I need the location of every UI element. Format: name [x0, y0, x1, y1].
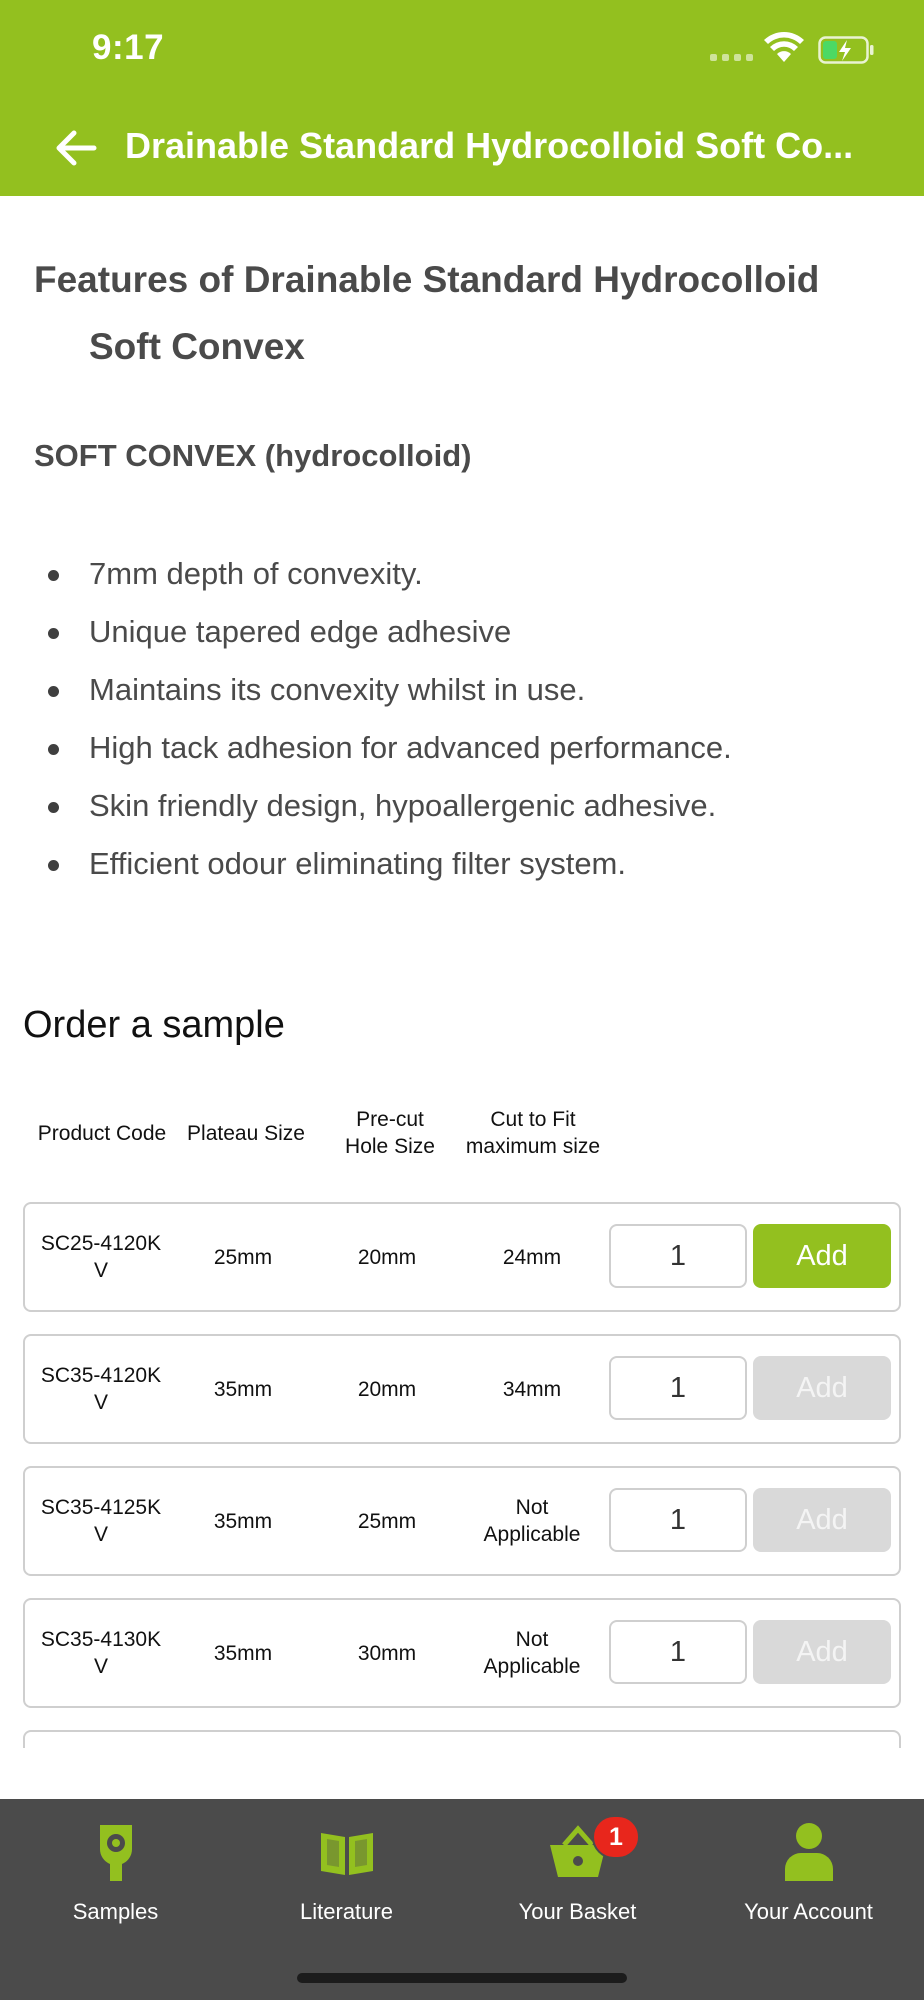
tab-your-account[interactable]: Your Account — [693, 1799, 924, 1949]
plateau-size: 35mm — [213, 1377, 273, 1401]
hole-size: 30mm — [357, 1641, 417, 1665]
quantity-input[interactable] — [609, 1224, 747, 1288]
tab-literature[interactable]: Literature — [231, 1799, 462, 1949]
battery-charging-icon — [818, 36, 874, 64]
basket-count-badge: 1 — [592, 1815, 640, 1859]
sample-row: SC35-4120K V 35mm 20mm 34mm Add — [23, 1334, 901, 1444]
wifi-icon — [764, 31, 804, 62]
sample-row-partial — [23, 1730, 901, 1748]
add-button[interactable]: Add — [753, 1488, 891, 1552]
bottom-tab-bar: Samples Literature 1 Your Basket Your Ac… — [0, 1799, 924, 2000]
plateau-size: 25mm — [213, 1245, 273, 1269]
product-code: SC35-4120K V — [40, 1364, 162, 1414]
home-indicator — [297, 1973, 627, 1983]
column-header-plateau-size: Plateau Size — [187, 1122, 305, 1145]
features-heading: Features of Drainable Standard Hydrocoll… — [34, 246, 894, 380]
feature-item: Maintains its convexity whilst in use. — [34, 661, 894, 719]
sample-list[interactable]: SC25-4120K V 25mm 20mm 24mm Add SC35-412… — [23, 1202, 901, 1748]
hole-size: 20mm — [357, 1245, 417, 1269]
hole-size: 20mm — [357, 1377, 417, 1401]
status-time: 9:17 — [92, 28, 165, 67]
hole-size: 25mm — [357, 1509, 417, 1533]
features-heading-line1: Features of Drainable Standard Hydrocoll… — [34, 259, 820, 300]
feature-item: Skin friendly design, hypoallergenic adh… — [34, 777, 894, 835]
features-heading-line2: Soft Convex — [89, 326, 305, 367]
feature-item: 7mm depth of convexity. — [34, 545, 894, 603]
quantity-input[interactable] — [609, 1356, 747, 1420]
feature-item: Efficient odour eliminating filter syste… — [34, 835, 894, 893]
sample-row: SC35-4130K V 35mm 30mm Not Applicable Ad… — [23, 1598, 901, 1708]
product-code: SC35-4130K V — [40, 1628, 162, 1678]
tab-label: Samples — [72, 1899, 159, 1924]
plateau-size: 35mm — [213, 1641, 273, 1665]
column-header-product-code: Product Code — [37, 1122, 167, 1145]
add-button[interactable]: Add — [753, 1224, 891, 1288]
product-subtitle: SOFT CONVEX (hydrocolloid) — [34, 438, 472, 473]
arrow-left-icon — [56, 130, 97, 166]
account-icon — [784, 1823, 833, 1881]
add-button[interactable]: Add — [753, 1356, 891, 1420]
cut-to-fit-size: Not Applicable — [483, 1628, 581, 1678]
feature-list: 7mm depth of convexity. Unique tapered e… — [34, 545, 894, 893]
book-icon — [320, 1833, 373, 1875]
tab-samples[interactable]: Samples — [0, 1799, 231, 1949]
column-header-hole-size: Pre-cut Hole Size — [345, 1108, 435, 1158]
product-code: SC35-4125K V — [40, 1496, 162, 1546]
plateau-size: 35mm — [213, 1509, 273, 1533]
cut-to-fit-size: Not Applicable — [483, 1496, 581, 1546]
page-title: Drainable Standard Hydrocolloid Soft Co.… — [125, 125, 854, 166]
cellular-signal-icon — [710, 54, 753, 61]
cut-to-fit-size: 24mm — [502, 1245, 562, 1269]
feature-item: Unique tapered edge adhesive — [34, 603, 894, 661]
product-code: SC25-4120K V — [40, 1232, 162, 1282]
tab-your-basket[interactable]: 1 Your Basket — [462, 1799, 693, 1949]
feature-item: High tack adhesion for advanced performa… — [34, 719, 894, 777]
cut-to-fit-size: 34mm — [502, 1377, 562, 1401]
add-button[interactable]: Add — [753, 1620, 891, 1684]
sample-row: SC35-4125K V 35mm 25mm Not Applicable Ad… — [23, 1466, 901, 1576]
app-bar: 9:17 Drainable Standard Hydrocolloid Sof… — [0, 0, 924, 196]
quantity-input[interactable] — [609, 1488, 747, 1552]
tab-label: Literature — [300, 1899, 393, 1924]
sample-row: SC25-4120K V 25mm 20mm 24mm Add — [23, 1202, 901, 1312]
tab-label: Your Basket — [518, 1899, 637, 1924]
samples-icon — [99, 1825, 132, 1881]
column-header-cut-to-fit: Cut to Fit maximum size — [465, 1108, 601, 1158]
back-button[interactable] — [50, 122, 102, 174]
order-sample-heading: Order a sample — [23, 1004, 285, 1046]
quantity-input[interactable] — [609, 1620, 747, 1684]
tab-label: Your Account — [744, 1899, 873, 1924]
